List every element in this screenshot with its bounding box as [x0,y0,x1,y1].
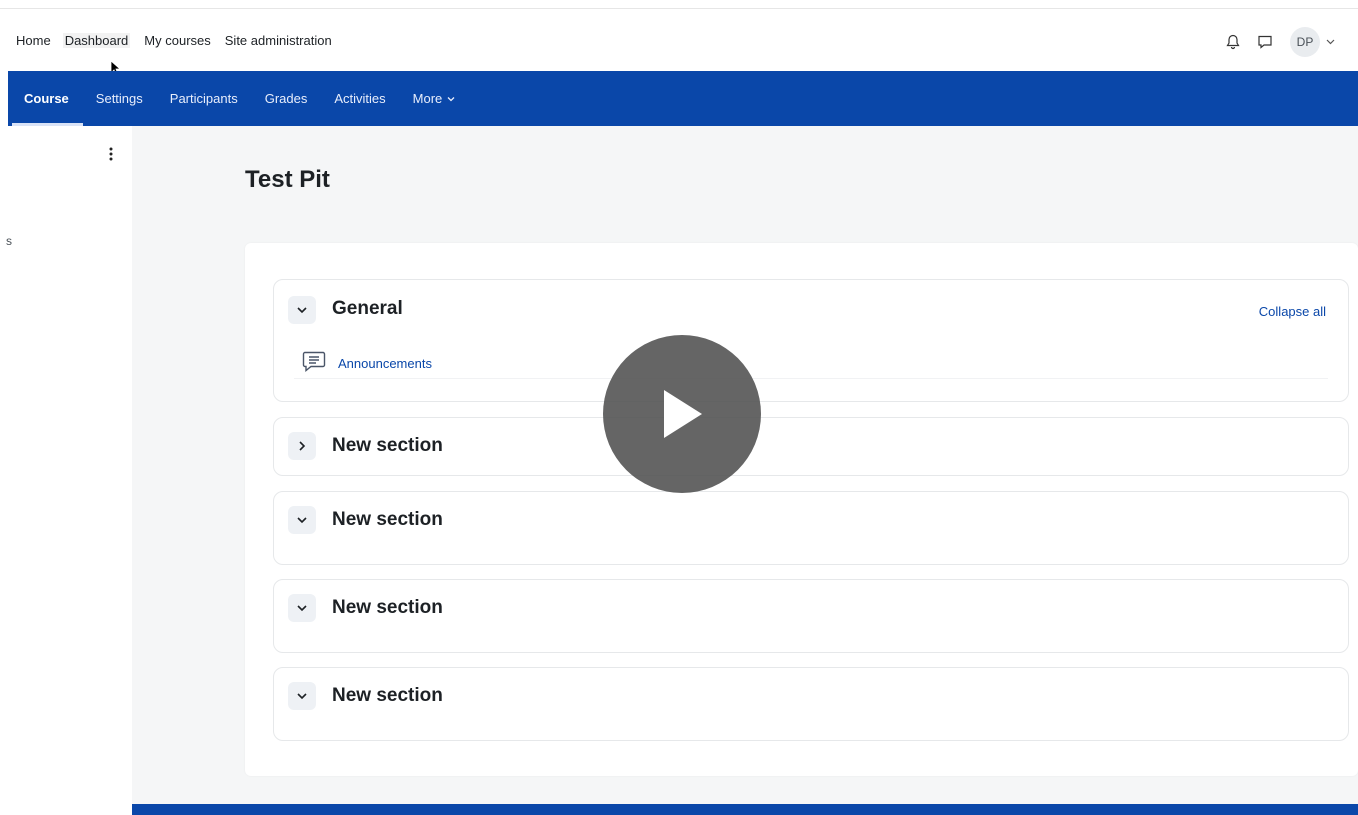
course-index-drawer [8,126,132,815]
user-tools: DP [1212,27,1336,57]
chevron-down-icon [447,96,455,101]
collapse-all-link[interactable]: Collapse all [1259,304,1326,319]
section-title[interactable]: New section [332,509,443,531]
tab-activities[interactable]: Activities [334,71,385,126]
chevron-down-icon[interactable] [288,594,316,622]
section-title[interactable]: New section [332,435,443,457]
main-content: Test Pit General Collapse all Announceme… [132,126,1358,804]
activity-label: Announcements [338,356,432,371]
activity-announcements[interactable]: Announcements [302,350,432,377]
section-title[interactable]: General [332,298,403,320]
play-button[interactable] [603,335,761,493]
page-title: Test Pit [245,166,330,193]
tab-course[interactable]: Course [12,71,83,126]
chevron-down-icon[interactable] [288,506,316,534]
chevron-down-icon[interactable] [1326,37,1336,47]
truncated-drawer-text: s [6,234,12,248]
course-content: General Collapse all Announcements New s… [245,243,1358,776]
bell-icon[interactable] [1222,31,1244,53]
divider [294,378,1328,379]
section-new-1: New section [273,417,1349,476]
nav-home-link[interactable]: Home [16,33,51,48]
section-new-4: New section [273,667,1349,741]
chevron-down-icon[interactable] [288,682,316,710]
primary-navigation: Home Dashboard My courses Site administr… [16,33,346,48]
kebab-menu-icon[interactable] [108,146,114,162]
section-new-2: New section [273,491,1349,565]
section-title[interactable]: New section [332,685,443,707]
footer-band [132,804,1358,815]
user-avatar[interactable]: DP [1290,27,1320,57]
chevron-right-icon[interactable] [288,432,316,460]
tab-more-label: More [412,91,443,106]
message-icon[interactable] [1254,31,1276,53]
top-navbar: Home Dashboard My courses Site administr… [0,8,1358,71]
nav-my-courses-link[interactable]: My courses [144,33,210,48]
forum-icon [302,350,326,377]
tab-grades[interactable]: Grades [265,71,308,126]
secondary-navigation: Course Settings Participants Grades Acti… [8,71,1358,126]
chevron-down-icon[interactable] [288,296,316,324]
nav-site-administration-link[interactable]: Site administration [225,33,332,48]
nav-dashboard-link[interactable]: Dashboard [62,33,131,48]
tab-settings[interactable]: Settings [96,71,143,126]
play-icon [664,390,702,438]
tab-participants[interactable]: Participants [170,71,238,126]
tab-more[interactable]: More [413,71,457,126]
section-title[interactable]: New section [332,597,443,619]
section-new-3: New section [273,579,1349,653]
section-general: General Collapse all Announcements [273,279,1349,402]
